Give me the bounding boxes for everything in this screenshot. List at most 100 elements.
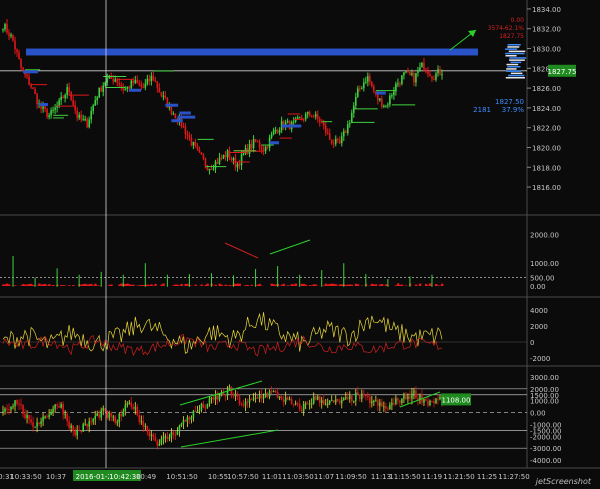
cum-candle[interactable]	[80, 430, 82, 432]
price-candle[interactable]	[44, 106, 46, 110]
cum-candle[interactable]	[132, 406, 135, 410]
cum-candle[interactable]	[120, 413, 123, 417]
price-candle[interactable]	[216, 161, 219, 164]
cum-candle[interactable]	[216, 395, 219, 400]
cum-candle[interactable]	[254, 397, 257, 399]
price-candle[interactable]	[379, 98, 381, 101]
volume-bar[interactable]	[68, 285, 71, 286]
price-candle[interactable]	[72, 100, 74, 106]
volume-bar[interactable]	[380, 284, 384, 286]
cum-candle[interactable]	[344, 397, 347, 399]
cum-candle[interactable]	[224, 395, 227, 397]
cum-candle[interactable]	[44, 416, 46, 418]
cum-candle[interactable]	[342, 398, 345, 401]
price-candle[interactable]	[164, 95, 167, 98]
cum-candle[interactable]	[375, 400, 377, 402]
cum-candle[interactable]	[18, 403, 20, 405]
price-candle[interactable]	[441, 74, 443, 76]
cum-candle[interactable]	[429, 400, 431, 406]
price-candle[interactable]	[158, 87, 161, 93]
cum-candle[interactable]	[130, 402, 133, 407]
price-candle[interactable]	[92, 105, 95, 111]
volume-bar[interactable]	[8, 284, 11, 286]
cum-candle[interactable]	[118, 413, 121, 423]
price-candle[interactable]	[14, 40, 16, 50]
price-candle[interactable]	[126, 86, 129, 90]
cum-candle[interactable]	[234, 393, 237, 397]
cum-candle[interactable]	[262, 397, 265, 399]
cum-candle[interactable]	[46, 416, 48, 418]
price-candle[interactable]	[90, 110, 92, 120]
cum-candle[interactable]	[411, 393, 413, 399]
price-candle[interactable]	[314, 114, 317, 117]
price-candle[interactable]	[254, 139, 257, 142]
price-candle[interactable]	[112, 78, 115, 82]
cum-candle[interactable]	[320, 400, 323, 403]
price-candle[interactable]	[132, 80, 135, 83]
price-candle[interactable]	[70, 92, 72, 101]
cum-candle[interactable]	[78, 430, 80, 432]
volume-bar[interactable]	[350, 284, 354, 286]
cum-candle[interactable]	[154, 436, 157, 442]
price-candle[interactable]	[304, 114, 307, 120]
price-candle[interactable]	[226, 150, 229, 158]
price-candle[interactable]	[300, 117, 303, 119]
price-candle[interactable]	[204, 158, 207, 166]
cum-candle[interactable]	[346, 397, 349, 400]
cum-candle[interactable]	[292, 403, 295, 405]
cum-candle[interactable]	[178, 425, 181, 432]
cum-candle[interactable]	[369, 396, 371, 404]
cum-candle[interactable]	[28, 415, 30, 420]
cum-candle[interactable]	[258, 395, 261, 399]
cum-candle[interactable]	[100, 410, 103, 418]
cum-candle[interactable]	[407, 396, 409, 399]
cum-candle[interactable]	[282, 399, 285, 402]
cum-candle[interactable]	[280, 396, 283, 400]
price-candle[interactable]	[433, 79, 435, 81]
price-candle[interactable]	[100, 87, 103, 92]
price-candle[interactable]	[236, 163, 239, 168]
price-candle[interactable]	[435, 73, 437, 80]
cum-candle[interactable]	[371, 401, 373, 404]
cum-candle[interactable]	[76, 430, 78, 436]
price-candle[interactable]	[156, 81, 159, 88]
price-candle[interactable]	[355, 96, 357, 106]
price-candle[interactable]	[200, 152, 203, 155]
price-candle[interactable]	[222, 154, 225, 159]
cum-candle[interactable]	[140, 421, 143, 423]
cum-candle[interactable]	[240, 403, 243, 405]
price-candle[interactable]	[381, 98, 383, 107]
cum-candle[interactable]	[32, 422, 34, 427]
price-candle[interactable]	[385, 105, 387, 107]
cum-candle[interactable]	[302, 403, 305, 412]
price-candle[interactable]	[136, 79, 139, 84]
price-candle[interactable]	[383, 105, 385, 107]
price-candle[interactable]	[78, 114, 80, 118]
price-candle[interactable]	[318, 118, 321, 123]
price-candle[interactable]	[188, 135, 191, 138]
cum-candle[interactable]	[318, 396, 321, 403]
price-candle[interactable]	[144, 83, 147, 88]
cum-candle[interactable]	[278, 396, 281, 398]
price-candle[interactable]	[74, 105, 76, 111]
price-candle[interactable]	[128, 86, 131, 89]
price-candle[interactable]	[332, 143, 335, 145]
cum-candle[interactable]	[200, 403, 203, 411]
cum-candle[interactable]	[156, 441, 159, 446]
cum-candle[interactable]	[246, 401, 249, 403]
price-candle[interactable]	[258, 141, 261, 148]
price-candle[interactable]	[130, 80, 133, 89]
price-candle[interactable]	[373, 86, 375, 92]
cum-candle[interactable]	[433, 400, 435, 404]
cum-candle[interactable]	[50, 412, 52, 415]
cum-candle[interactable]	[260, 395, 263, 399]
price-candle[interactable]	[357, 88, 359, 97]
cum-candle[interactable]	[160, 438, 163, 444]
cum-candle[interactable]	[206, 403, 209, 408]
cum-candle[interactable]	[108, 412, 111, 418]
price-candle[interactable]	[427, 70, 429, 75]
price-candle[interactable]	[393, 91, 395, 96]
cum-candle[interactable]	[20, 404, 22, 406]
volume-bar[interactable]	[428, 283, 432, 286]
cum-candle[interactable]	[322, 400, 325, 405]
